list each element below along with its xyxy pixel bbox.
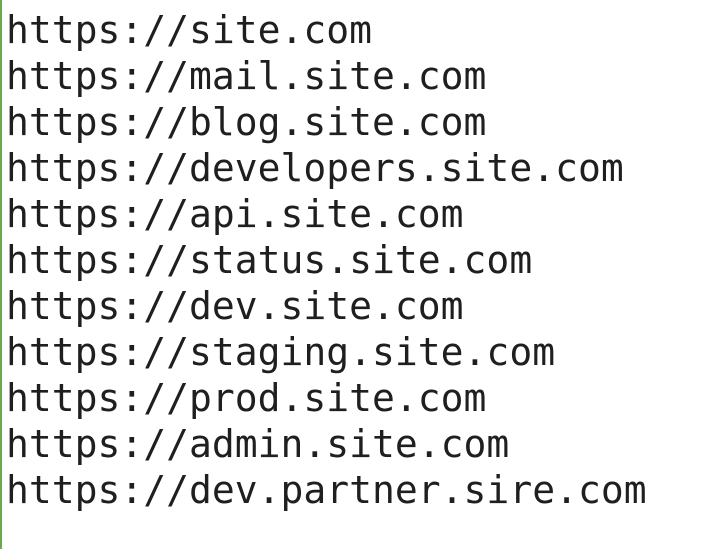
url-line[interactable]: https://dev.site.com — [6, 283, 647, 329]
url-line[interactable]: https://developers.site.com — [6, 145, 647, 191]
url-line[interactable]: https://blog.site.com — [6, 99, 647, 145]
url-line[interactable]: https://status.site.com — [6, 237, 647, 283]
url-line[interactable]: https://mail.site.com — [6, 53, 647, 99]
url-list: https://site.com https://mail.site.com h… — [6, 7, 647, 513]
url-line[interactable]: https://dev.partner.sire.com — [6, 467, 647, 513]
url-line[interactable]: https://site.com — [6, 7, 647, 53]
text-editor[interactable]: https://site.com https://mail.site.com h… — [0, 0, 725, 549]
url-line[interactable]: https://prod.site.com — [6, 375, 647, 421]
url-line[interactable]: https://admin.site.com — [6, 421, 647, 467]
url-line[interactable]: https://staging.site.com — [6, 329, 647, 375]
url-line[interactable]: https://api.site.com — [6, 191, 647, 237]
